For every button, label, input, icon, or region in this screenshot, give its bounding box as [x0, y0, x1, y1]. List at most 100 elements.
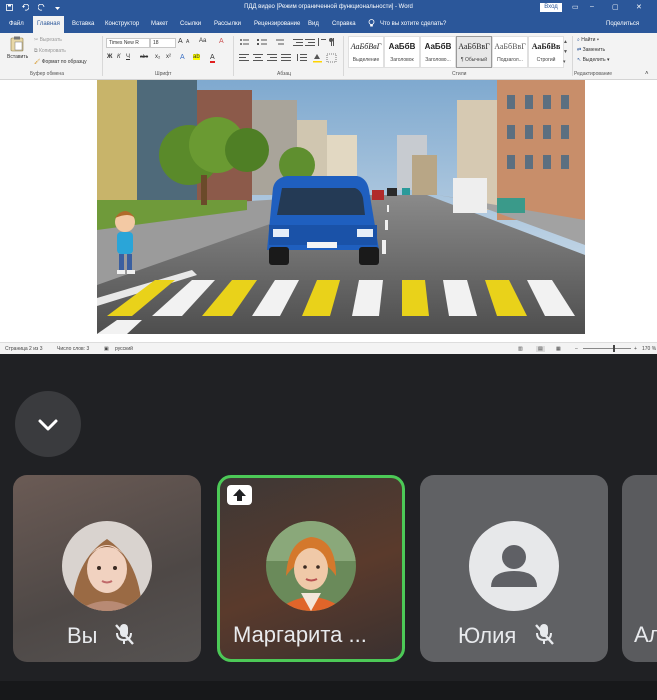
- ribbon-separator: [343, 36, 344, 76]
- zoom-slider[interactable]: [583, 348, 631, 349]
- subscript-button[interactable]: x₂: [155, 54, 160, 60]
- tab-help[interactable]: Справка: [332, 16, 356, 33]
- participant-tile[interactable]: Ал: [622, 475, 657, 662]
- collapse-button[interactable]: [15, 391, 81, 457]
- clear-formatting-button[interactable]: A: [219, 38, 224, 45]
- style-sample: АаБбВв: [531, 42, 561, 51]
- highlight-button[interactable]: ab: [193, 54, 200, 60]
- page-counter[interactable]: Страница 2 из 3: [5, 346, 42, 352]
- tab-file[interactable]: Файл: [9, 16, 24, 33]
- minimize-icon[interactable]: –: [590, 3, 594, 10]
- close-icon[interactable]: ✕: [636, 3, 642, 11]
- ribbon-home: Вставить ✂ Вырезать ⧉ Копировать 🖌 Форма…: [0, 33, 657, 80]
- superscript-button[interactable]: x²: [166, 54, 171, 60]
- multilevel-list-icon: [276, 39, 284, 45]
- cut-button[interactable]: ✂ Вырезать: [34, 37, 62, 43]
- bullets-icon: [240, 39, 249, 45]
- tab-review[interactable]: Рецензирование: [254, 16, 300, 33]
- underline-button[interactable]: Ч: [126, 54, 130, 60]
- language-status[interactable]: русский: [115, 346, 133, 352]
- tab-view[interactable]: Вид: [308, 16, 319, 33]
- bold-button[interactable]: Ж: [107, 54, 112, 60]
- search-icon: ⌕: [577, 37, 580, 43]
- grow-font-button[interactable]: A: [178, 38, 183, 45]
- participant-tile[interactable]: Юлия: [420, 475, 608, 662]
- arrow-up-icon: [233, 489, 246, 501]
- editing-group-label: Редактирование: [574, 71, 613, 77]
- strikethrough-button[interactable]: abc: [140, 54, 148, 60]
- style-name: Заголовок: [390, 57, 414, 63]
- style-sample: АаБбВвГ: [494, 42, 526, 51]
- tab-home[interactable]: Главная: [33, 16, 64, 33]
- ribbon-tabs: Файл Главная Вставка Конструктор Макет С…: [0, 16, 657, 33]
- italic-button[interactable]: К: [117, 54, 121, 60]
- participant-tile-active[interactable]: Маргарита ...: [217, 475, 405, 662]
- styles-scroll[interactable]: ▲ ▼ ▾: [563, 37, 569, 67]
- tab-insert[interactable]: Вставка: [72, 16, 94, 33]
- shading-icon: [313, 54, 322, 63]
- sort-icon: [318, 38, 326, 46]
- participant-name-row: Вы: [13, 622, 201, 649]
- street-scene-image: [97, 80, 585, 334]
- mic-off-icon: [535, 624, 555, 645]
- pilcrow-icon: [329, 38, 334, 46]
- ribbon-display-options-icon[interactable]: ▭: [572, 3, 579, 11]
- zoom-level[interactable]: 170 %: [642, 346, 656, 352]
- collapse-ribbon-icon[interactable]: ˄: [645, 71, 649, 77]
- style-name: Подзагол...: [497, 57, 523, 63]
- select-button[interactable]: ↖ Выделить ▾: [577, 57, 610, 63]
- read-mode-icon[interactable]: ▥: [518, 346, 523, 352]
- participant-name: Маргарита ...: [233, 622, 367, 647]
- numbering-icon: [257, 39, 267, 45]
- screen-share-badge: [227, 485, 252, 505]
- ribbon-separator: [233, 36, 234, 76]
- font-color-button[interactable]: A: [210, 54, 215, 63]
- change-case-button[interactable]: Aa: [199, 38, 206, 44]
- maximize-icon[interactable]: ▢: [612, 3, 619, 11]
- zoom-out-icon[interactable]: –: [575, 346, 578, 352]
- format-painter-button[interactable]: 🖌 Формат по образцу: [34, 59, 87, 65]
- shrink-font-button[interactable]: A: [186, 39, 189, 45]
- increase-indent-icon: [305, 39, 315, 46]
- login-button[interactable]: Вход: [540, 3, 562, 12]
- font-name-combo[interactable]: Times New R: [106, 38, 150, 48]
- copy-label: Копировать: [38, 48, 66, 54]
- share-button[interactable]: Поделиться: [606, 16, 639, 33]
- participant-name-row: Ал: [622, 622, 657, 648]
- tell-me-search[interactable]: Что вы хотите сделать?: [380, 16, 446, 33]
- bottom-bar: [0, 681, 657, 700]
- print-layout-icon[interactable]: ▤: [536, 346, 545, 352]
- find-button[interactable]: ⌕ Найти ▾: [577, 37, 599, 43]
- tab-mailings[interactable]: Рассылки: [214, 16, 241, 33]
- tab-references[interactable]: Ссылки: [180, 16, 201, 33]
- proofing-icon[interactable]: ▣: [104, 346, 109, 352]
- lightbulb-icon: [368, 16, 375, 33]
- participant-tile[interactable]: Вы: [13, 475, 201, 662]
- word-count[interactable]: Число слов: 3: [57, 346, 89, 352]
- text-effects-button[interactable]: A: [180, 54, 185, 61]
- tab-design[interactable]: Конструктор: [105, 16, 139, 33]
- style-item[interactable]: АаБбВ Заголово...: [420, 36, 456, 68]
- style-item[interactable]: АаБбВвГ Подзагол...: [492, 36, 528, 68]
- style-item[interactable]: АаБбВв Строгий: [528, 36, 564, 68]
- style-item[interactable]: АаБбВвГ Выделение: [348, 36, 384, 68]
- paste-button[interactable]: Вставить: [7, 36, 28, 60]
- cut-label: Вырезать: [39, 37, 62, 43]
- decrease-indent-icon: [293, 39, 303, 46]
- style-name: Заголово...: [425, 57, 451, 63]
- replace-icon: ⇄: [577, 47, 582, 53]
- tab-layout[interactable]: Макет: [151, 16, 168, 33]
- zoom-slider-thumb[interactable]: [612, 345, 615, 352]
- style-item[interactable]: АаБбВ Заголовок: [384, 36, 420, 68]
- person-icon: [491, 545, 537, 587]
- replace-button[interactable]: ⇄ Заменить: [577, 47, 605, 53]
- zoom-in-icon[interactable]: +: [634, 346, 637, 352]
- chevron-down-icon: [38, 419, 58, 431]
- font-size-combo[interactable]: 18: [150, 38, 176, 48]
- copy-button[interactable]: ⧉ Копировать: [34, 48, 66, 54]
- paragraph-buttons: [238, 37, 338, 67]
- style-name: Выделение: [352, 57, 380, 63]
- style-item-selected[interactable]: АаБбВвГ ¶ Обычный: [456, 36, 492, 68]
- participant-name-row: Маргарита ...: [220, 622, 402, 648]
- web-layout-icon[interactable]: ▦: [556, 346, 561, 352]
